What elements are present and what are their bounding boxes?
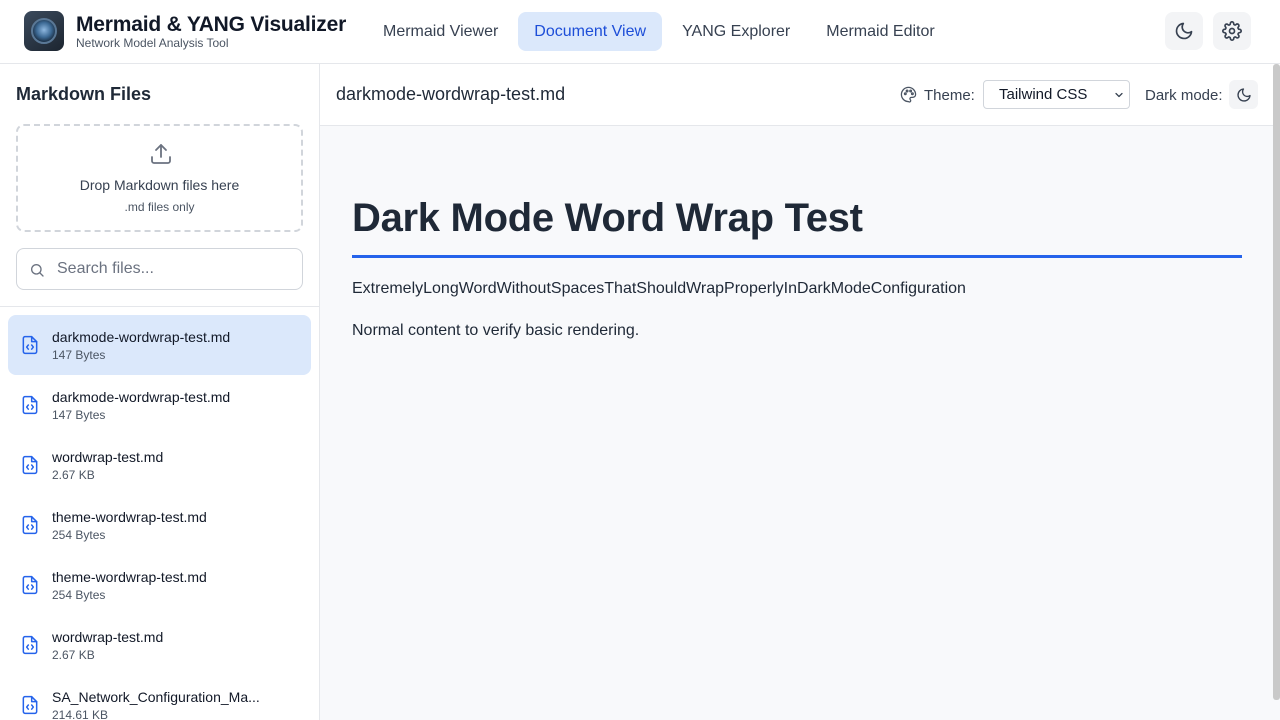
file-name: darkmode-wordwrap-test.md: [52, 389, 231, 405]
theme-label: Theme:: [924, 87, 975, 104]
file-name: darkmode-wordwrap-test.md: [52, 329, 231, 345]
app-title: Mermaid & YANG Visualizer: [76, 13, 347, 36]
code-file-icon: [22, 575, 38, 595]
file-name: SA_Network_Configuration_Ma...: [52, 689, 260, 705]
file-dropzone[interactable]: Drop Markdown files here .md files only: [16, 124, 303, 232]
code-file-icon: [22, 395, 38, 415]
code-file-icon: [22, 515, 38, 535]
app-header: Mermaid & YANG Visualizer Network Model …: [0, 0, 1280, 64]
file-size: 254 Bytes: [52, 588, 106, 602]
search-input[interactable]: [57, 249, 293, 289]
palette-icon: [900, 86, 917, 103]
file-name: theme-wordwrap-test.md: [52, 569, 207, 585]
tab-document-view[interactable]: Document View: [518, 12, 663, 51]
file-list-item[interactable]: SA_Network_Configuration_Ma... 214.61 KB: [8, 675, 311, 720]
app-subtitle: Network Model Analysis Tool: [76, 36, 229, 50]
file-size: 2.67 KB: [52, 468, 95, 482]
tab-mermaid-editor[interactable]: Mermaid Editor: [810, 12, 950, 51]
code-file-icon: [22, 335, 38, 355]
upload-icon: [151, 144, 171, 164]
file-list-item[interactable]: wordwrap-test.md 2.67 KB: [8, 435, 311, 495]
search-box: [16, 248, 303, 290]
file-list: darkmode-wordwrap-test.md 147 Bytes dark…: [8, 315, 311, 720]
main-nav: Mermaid Viewer Document View YANG Explor…: [367, 12, 955, 51]
moon-icon: [1175, 22, 1193, 40]
settings-button[interactable]: [1213, 12, 1251, 50]
theme-select-value: Tailwind CSS: [999, 86, 1088, 103]
theme-select[interactable]: Tailwind CSS: [983, 80, 1130, 109]
file-list-item[interactable]: theme-wordwrap-test.md 254 Bytes: [8, 495, 311, 555]
sidebar-title: Markdown Files: [16, 84, 152, 104]
file-size: 147 Bytes: [52, 408, 106, 422]
file-list-item[interactable]: theme-wordwrap-test.md 254 Bytes: [8, 555, 311, 615]
file-size: 254 Bytes: [52, 528, 106, 542]
app-logo: [24, 11, 64, 51]
document-filename: darkmode-wordwrap-test.md: [336, 84, 566, 104]
document-paragraph: ExtremelyLongWordWithoutSpacesThatShould…: [352, 280, 966, 297]
logo-emblem-icon: [31, 18, 57, 44]
document-content: Dark Mode Word Wrap Test ExtremelyLongWo…: [352, 196, 1242, 340]
sidebar-divider: [0, 306, 319, 307]
document-panel: darkmode-wordwrap-test.md Theme: Tailwin…: [320, 64, 1280, 720]
document-dark-mode-toggle[interactable]: [1229, 80, 1258, 109]
file-name: theme-wordwrap-test.md: [52, 509, 207, 525]
file-size: 214.61 KB: [52, 708, 109, 720]
file-list-item[interactable]: darkmode-wordwrap-test.md 147 Bytes: [8, 315, 311, 375]
sidebar: Markdown Files Drop Markdown files here …: [0, 64, 320, 720]
moon-icon: [1236, 87, 1251, 102]
dropzone-label: Drop Markdown files here: [79, 177, 240, 193]
file-list-item[interactable]: wordwrap-test.md 2.67 KB: [8, 615, 311, 675]
search-icon: [31, 264, 44, 277]
code-file-icon: [22, 635, 38, 655]
tab-yang-explorer[interactable]: YANG Explorer: [666, 12, 806, 51]
code-file-icon: [22, 695, 38, 715]
document-heading: Dark Mode Word Wrap Test: [352, 196, 1242, 258]
file-list-item[interactable]: darkmode-wordwrap-test.md 147 Bytes: [8, 375, 311, 435]
file-size: 147 Bytes: [52, 348, 106, 362]
document-toolbar: darkmode-wordwrap-test.md Theme: Tailwin…: [320, 64, 1280, 126]
vertical-scrollbar[interactable]: [1273, 64, 1280, 700]
file-size: 2.67 KB: [52, 648, 95, 662]
dropzone-hint: .md files only: [124, 200, 195, 214]
chevron-down-icon: [1115, 92, 1123, 98]
dark-mode-toggle-button[interactable]: [1165, 12, 1203, 50]
tab-mermaid-viewer[interactable]: Mermaid Viewer: [367, 12, 514, 51]
dark-mode-label: Dark mode:: [1145, 87, 1223, 104]
file-name: wordwrap-test.md: [52, 629, 164, 645]
document-paragraph: Normal content to verify basic rendering…: [352, 322, 640, 339]
code-file-icon: [22, 455, 38, 475]
file-name: wordwrap-test.md: [52, 449, 164, 465]
gear-icon: [1222, 21, 1242, 41]
